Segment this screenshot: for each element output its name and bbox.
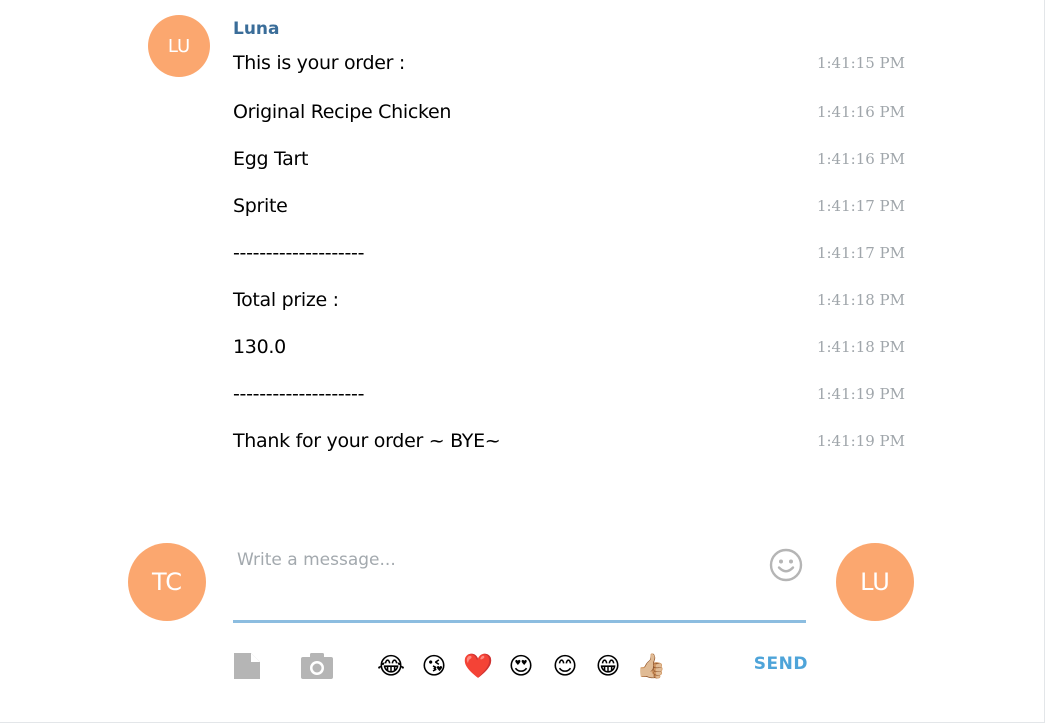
camera-icon[interactable] xyxy=(300,652,334,680)
message-text: Sprite xyxy=(233,195,288,217)
heart-emoji-icon[interactable]: ❤️ xyxy=(462,650,494,682)
blush-emoji-icon[interactable]: 😊 xyxy=(549,650,581,682)
send-button[interactable]: SEND xyxy=(752,654,808,678)
message-row: -------------------- 1:41:17 PM xyxy=(233,242,905,266)
message-row: Original Recipe Chicken 1:41:16 PM xyxy=(233,101,905,125)
message-text: -------------------- xyxy=(233,383,365,405)
message-row: -------------------- 1:41:19 PM xyxy=(233,383,905,407)
peer-avatar[interactable]: LU xyxy=(836,543,914,621)
sender-name[interactable]: Luna xyxy=(233,19,280,39)
message-timestamp: 1:41:15 PM xyxy=(816,54,905,72)
chat-window: LU Luna This is your order : 1:41:15 PM … xyxy=(0,0,1045,723)
message-text: Thank for your order ~ BYE~ xyxy=(233,430,501,452)
heart-eyes-emoji-icon[interactable]: 😍 xyxy=(505,650,537,682)
message-text: -------------------- xyxy=(233,242,365,264)
message-text: Total prize : xyxy=(233,289,339,311)
message-row: Thank for your order ~ BYE~ 1:41:19 PM xyxy=(233,430,905,454)
sender-avatar[interactable]: LU xyxy=(148,15,210,77)
message-input[interactable] xyxy=(233,542,753,578)
kissing-heart-emoji-icon[interactable]: 😘 xyxy=(418,650,450,682)
message-input-area xyxy=(233,540,806,623)
message-row: Egg Tart 1:41:16 PM xyxy=(233,148,905,172)
emoji-picker-icon[interactable] xyxy=(769,548,803,582)
message-timestamp: 1:41:17 PM xyxy=(816,244,905,262)
message-timestamp: 1:41:18 PM xyxy=(816,338,905,356)
message-timestamp: 1:41:17 PM xyxy=(816,197,905,215)
thumbs-up-emoji-icon[interactable]: 👍🏼 xyxy=(635,650,667,682)
message-timestamp: 1:41:16 PM xyxy=(816,150,905,168)
message-timestamp: 1:41:19 PM xyxy=(816,385,905,403)
message-timestamp: 1:41:19 PM xyxy=(816,432,905,450)
message-row: Total prize : 1:41:18 PM xyxy=(233,289,905,313)
message-text: Original Recipe Chicken xyxy=(233,101,452,123)
message-row: This is your order : 1:41:15 PM xyxy=(233,52,905,76)
attach-file-icon[interactable] xyxy=(233,652,261,680)
message-timestamp: 1:41:18 PM xyxy=(816,291,905,309)
message-text: This is your order : xyxy=(233,52,405,74)
message-text: Egg Tart xyxy=(233,148,309,170)
joy-emoji-icon[interactable]: 😂 xyxy=(375,650,407,682)
my-avatar[interactable]: TC xyxy=(128,543,206,621)
message-text: 130.0 xyxy=(233,336,286,358)
message-row: Sprite 1:41:17 PM xyxy=(233,195,905,219)
message-timestamp: 1:41:16 PM xyxy=(816,103,905,121)
message-row: 130.0 1:41:18 PM xyxy=(233,336,905,360)
grin-emoji-icon[interactable]: 😁 xyxy=(592,650,624,682)
